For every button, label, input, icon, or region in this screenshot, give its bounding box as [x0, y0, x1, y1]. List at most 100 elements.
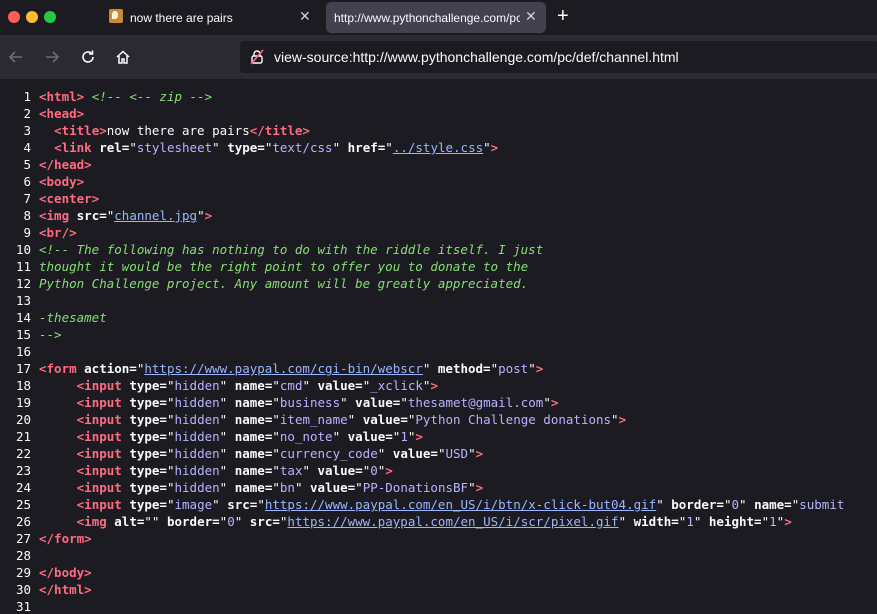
address-bar[interactable]: view-source:http://www.pythonchallenge.c…	[240, 41, 877, 73]
source-token: stylesheet	[136, 140, 213, 155]
source-token: method=	[437, 361, 491, 376]
source-code: <input type="hidden" name="cmd" value="_…	[39, 377, 438, 394]
source-token: "	[483, 140, 491, 155]
home-button[interactable]	[108, 35, 138, 79]
source-token: >	[475, 480, 484, 495]
tab-view-source[interactable]: http://www.pythonchallenge.com/pc/def/ch…	[326, 2, 546, 33]
tab-close-icon[interactable]: ✕	[299, 8, 311, 25]
line-number: 24	[15, 480, 31, 495]
source-token: <html>	[39, 89, 85, 104]
source-token: "	[377, 446, 393, 461]
source-token: <input	[76, 446, 130, 461]
source-token: "	[166, 412, 175, 427]
source-code: <title>now there are pairs</title>	[39, 122, 310, 139]
source-token: </head>	[39, 157, 92, 172]
source-token: "	[219, 463, 235, 478]
source-token	[39, 412, 77, 427]
line-number: 30	[15, 582, 31, 597]
line-number: 22	[15, 446, 31, 461]
line-number: 28	[15, 548, 31, 563]
source-token: ""	[144, 514, 167, 529]
source-token: </form>	[39, 531, 92, 546]
source-token: "	[272, 463, 280, 478]
source-token: "	[257, 497, 265, 512]
window-maximize-button[interactable]	[44, 11, 56, 23]
line-number: 16	[15, 344, 31, 359]
source-token: "	[543, 395, 551, 410]
source-token: USD	[445, 446, 469, 461]
source-code: <form action="https://www.paypal.com/cgi…	[39, 360, 543, 377]
line-number: 19	[15, 395, 31, 410]
source-token: border=	[671, 497, 724, 512]
line-number: 17	[15, 361, 31, 376]
source-token: <input	[76, 497, 130, 512]
source-token: <center>	[39, 191, 100, 206]
tab-title: http://www.pythonchallenge.com/pc/def/ch…	[334, 11, 520, 25]
line-number: 29	[15, 565, 31, 580]
browser-chrome: now there are pairs ✕ http://www.pythonc…	[0, 0, 877, 79]
source-token: "	[166, 378, 175, 393]
source-token: "	[468, 480, 476, 495]
source-token: type=	[129, 378, 167, 393]
source-token: "	[422, 361, 438, 376]
source-token: height=	[708, 514, 762, 529]
source-link[interactable]: https://www.paypal.com/en_US/i/scr/pixel…	[287, 514, 618, 529]
source-link[interactable]: ../style.css	[393, 140, 483, 155]
source-token: value=	[362, 412, 408, 427]
source-token: value=	[310, 480, 356, 495]
source-token: "	[272, 480, 280, 495]
back-button[interactable]	[1, 35, 31, 79]
source-code: </body>	[39, 564, 92, 581]
source-link[interactable]: channel.jpg	[114, 208, 197, 223]
reload-button[interactable]	[73, 35, 103, 79]
forward-button[interactable]	[37, 35, 67, 79]
source-token: "	[219, 480, 235, 495]
source-token: >	[475, 446, 484, 461]
source-token: type=	[129, 463, 167, 478]
window-close-button[interactable]	[8, 11, 20, 23]
source-token: name=	[234, 429, 273, 444]
source-code: </head>	[39, 156, 92, 173]
source-token: thought it would be the right point to o…	[39, 259, 529, 274]
tab-now-there-are-pairs[interactable]: now there are pairs ✕	[103, 2, 323, 33]
source-token: hidden	[174, 429, 220, 444]
source-token	[39, 446, 77, 461]
source-token: "	[347, 412, 363, 427]
source-token: <input	[76, 395, 130, 410]
source-code: </html>	[39, 581, 92, 598]
source-token: <title>	[54, 123, 107, 138]
line-number: 25	[15, 497, 31, 512]
line-number: 26	[15, 514, 31, 529]
source-token: value=	[347, 429, 393, 444]
source-token: src=	[227, 497, 258, 512]
source-token: hidden	[174, 480, 220, 495]
source-token: item_name	[279, 412, 348, 427]
source-token	[39, 123, 54, 138]
source-token: hidden	[174, 378, 220, 393]
source-token: "	[166, 429, 175, 444]
source-token: name=	[234, 395, 273, 410]
new-tab-button[interactable]: +	[557, 5, 569, 27]
source-token: "	[197, 208, 205, 223]
source-token: "	[234, 514, 250, 529]
source-token: name=	[234, 463, 273, 478]
address-url[interactable]: view-source:http://www.pythonchallenge.c…	[274, 49, 679, 65]
source-token: 0	[370, 463, 378, 478]
line-number: 4	[23, 140, 31, 155]
source-token: value=	[317, 463, 363, 478]
insecure-lock-icon[interactable]	[249, 49, 265, 70]
tab-close-icon[interactable]: ✕	[525, 8, 537, 25]
view-source-content: 1 <html> <!-- <-- zip --> 2 <head> 3 <title>…	[0, 79, 877, 614]
source-token: "	[166, 497, 175, 512]
window-minimize-button[interactable]	[26, 11, 38, 23]
source-link[interactable]: https://www.paypal.com/en_US/i/btn/x-cli…	[265, 497, 656, 512]
source-token: <!-- <-- zip -->	[91, 89, 213, 104]
source-token: "	[272, 412, 280, 427]
line-number: 5	[23, 157, 31, 172]
source-token: 1	[769, 514, 777, 529]
source-token: "	[528, 361, 536, 376]
source-token: rel=	[99, 140, 130, 155]
favicon-icon	[109, 9, 123, 23]
source-link[interactable]: https://www.paypal.com/cgi-bin/webscr	[144, 361, 422, 376]
line-number: 13	[15, 293, 31, 308]
